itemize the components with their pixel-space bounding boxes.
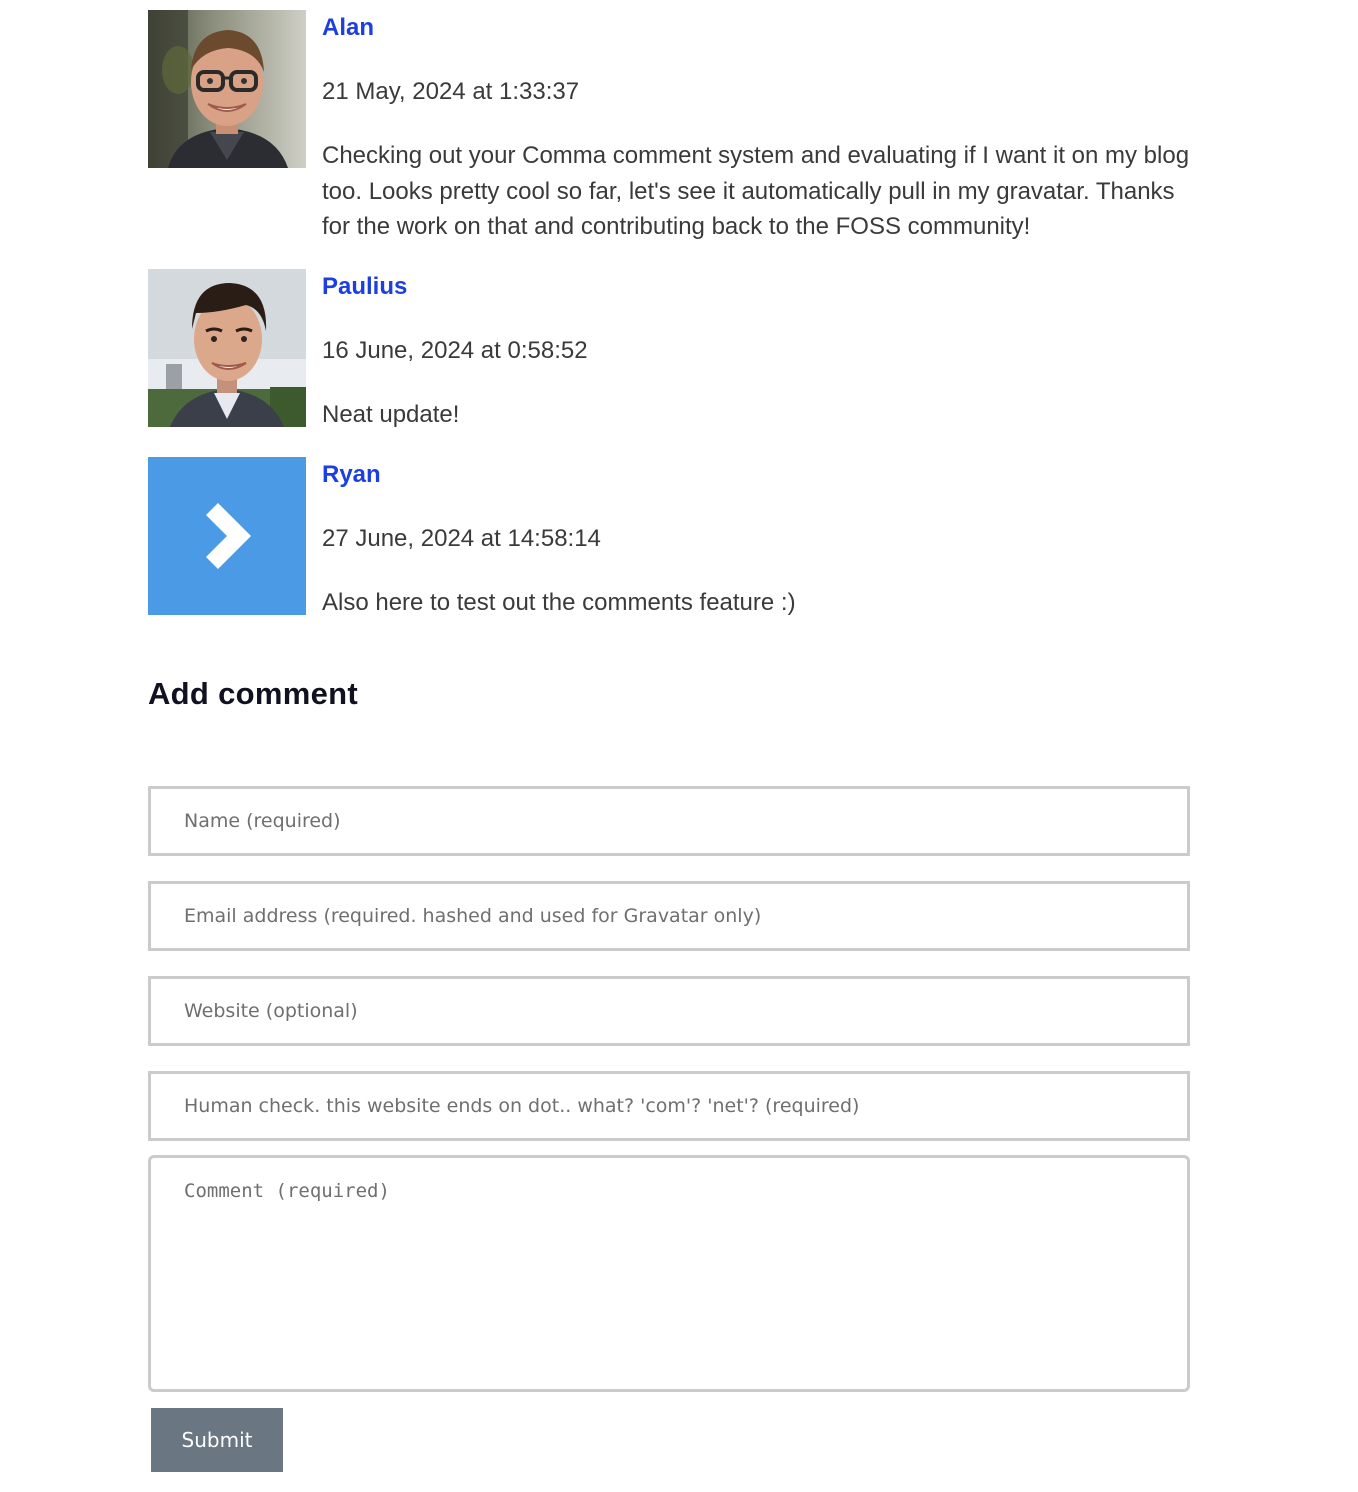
comment-author-link[interactable]: Ryan	[322, 457, 1202, 493]
comment-author-link[interactable]: Paulius	[322, 269, 1202, 305]
chevron-right-icon	[206, 503, 251, 569]
website-input[interactable]	[148, 976, 1190, 1046]
name-input[interactable]	[148, 786, 1190, 856]
add-comment-heading: Add comment	[148, 676, 358, 711]
email-input[interactable]	[148, 881, 1190, 951]
comment-text: Neat update!	[322, 401, 460, 428]
avatar-photo	[148, 269, 306, 427]
comment-author-link[interactable]: Alan	[322, 10, 1202, 46]
comment-body: Ryan 27 June, 2024 at 14:58:14 Also here…	[322, 457, 1202, 621]
comment-body: Alan 21 May, 2024 at 1:33:37 Checking ou…	[322, 10, 1202, 245]
comment-text: Checking out your Comma comment system a…	[322, 142, 1190, 240]
comment-date: 27 June, 2024 at 14:58:14	[322, 525, 601, 552]
comment-date: 16 June, 2024 at 0:58:52	[322, 337, 588, 364]
human-check-input[interactable]	[148, 1071, 1190, 1141]
avatar	[148, 457, 306, 615]
comment-text: Also here to test out the comments featu…	[322, 589, 796, 616]
comment-textarea[interactable]	[148, 1155, 1190, 1392]
submit-button[interactable]: Submit	[151, 1408, 283, 1472]
comment-body: Paulius 16 June, 2024 at 0:58:52 Neat up…	[322, 269, 1202, 433]
avatar	[148, 269, 306, 427]
avatar-photo	[148, 10, 306, 168]
avatar	[148, 10, 306, 168]
comment-date: 21 May, 2024 at 1:33:37	[322, 78, 580, 105]
